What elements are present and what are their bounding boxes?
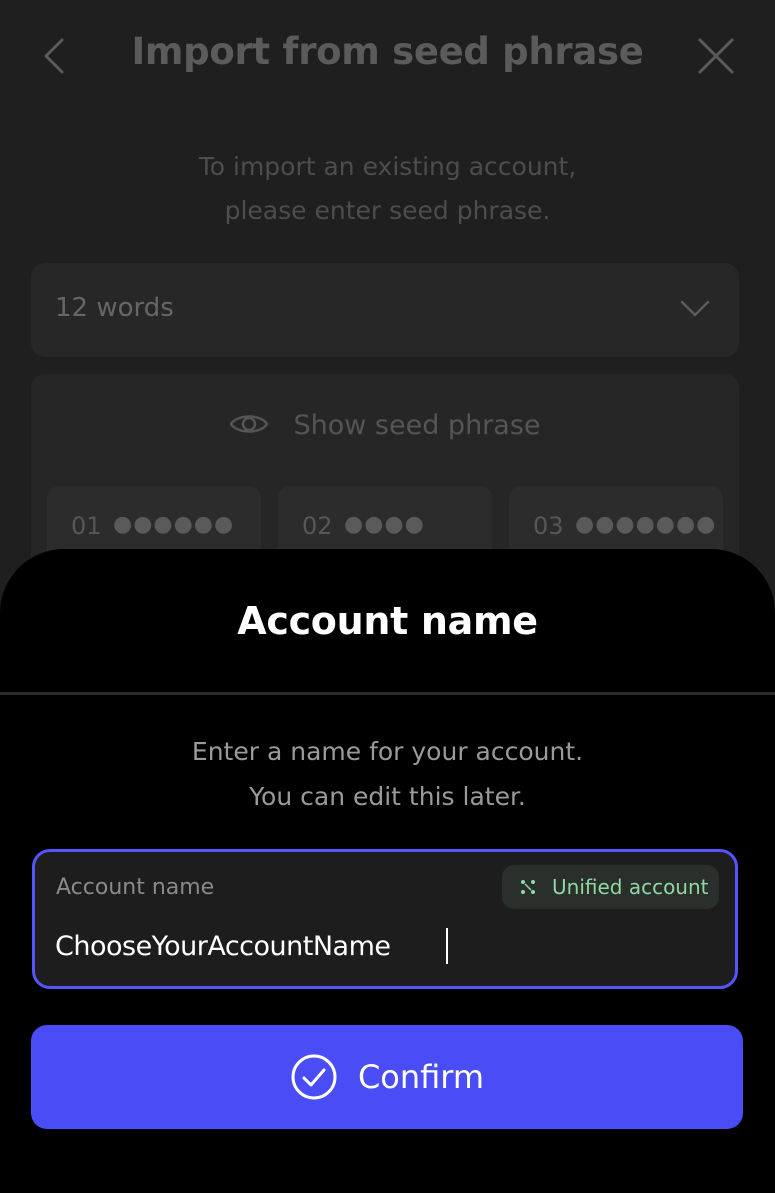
show-seed-label: Show seed phrase (293, 410, 541, 441)
check-circle-icon (291, 1054, 337, 1100)
top-bar: Import from seed phrase (0, 0, 775, 112)
unified-account-icon (521, 880, 535, 894)
divider (0, 692, 775, 695)
word-count-select[interactable]: 12 words (31, 263, 739, 357)
chevron-down-icon (680, 300, 710, 317)
confirm-label: Confirm (357, 1058, 485, 1096)
sheet-description: Enter a name for your account. You can e… (100, 729, 675, 819)
account-name-label: Account name (56, 875, 215, 900)
account-name-input[interactable] (55, 924, 695, 968)
instructions-line-1: To import an existing account, (198, 152, 577, 181)
account-name-sheet: Account name Enter a name for your accou… (0, 549, 775, 1193)
seed-word-number: 02 (302, 512, 333, 540)
seed-phrase-box: Show seed phrase 01 ●●●●●● 02 ●●●● 03 ●●… (31, 374, 739, 576)
import-instructions: To import an existing account, please en… (100, 145, 675, 233)
confirm-button[interactable]: Confirm (31, 1025, 743, 1129)
seed-word-masked: ●●●●●●● (575, 512, 717, 537)
close-icon (698, 38, 734, 74)
sheet-title: Account name (237, 599, 538, 643)
eye-icon (230, 414, 269, 433)
confirm-content: Confirm (31, 1025, 743, 1129)
unified-account-badge: Unified account (502, 865, 719, 909)
instructions-line-2: please enter seed phrase. (224, 196, 551, 225)
page-title: Import from seed phrase (131, 30, 644, 73)
show-seed-toggle[interactable]: Show seed phrase (31, 410, 739, 442)
word-count-value: 12 words (55, 293, 174, 323)
seed-word-masked: ●●●● (344, 512, 425, 537)
seed-word-masked: ●●●●●● (113, 512, 235, 537)
seed-word-number: 01 (71, 512, 102, 540)
description-line-2: You can edit this later. (249, 782, 526, 811)
close-button[interactable] (694, 34, 738, 78)
seed-word-number: 03 (533, 512, 564, 540)
account-name-field[interactable]: Account name Unified account (32, 849, 738, 989)
text-caret (446, 928, 448, 964)
badge-label: Unified account (552, 875, 709, 899)
description-line-1: Enter a name for your account. (191, 737, 584, 766)
